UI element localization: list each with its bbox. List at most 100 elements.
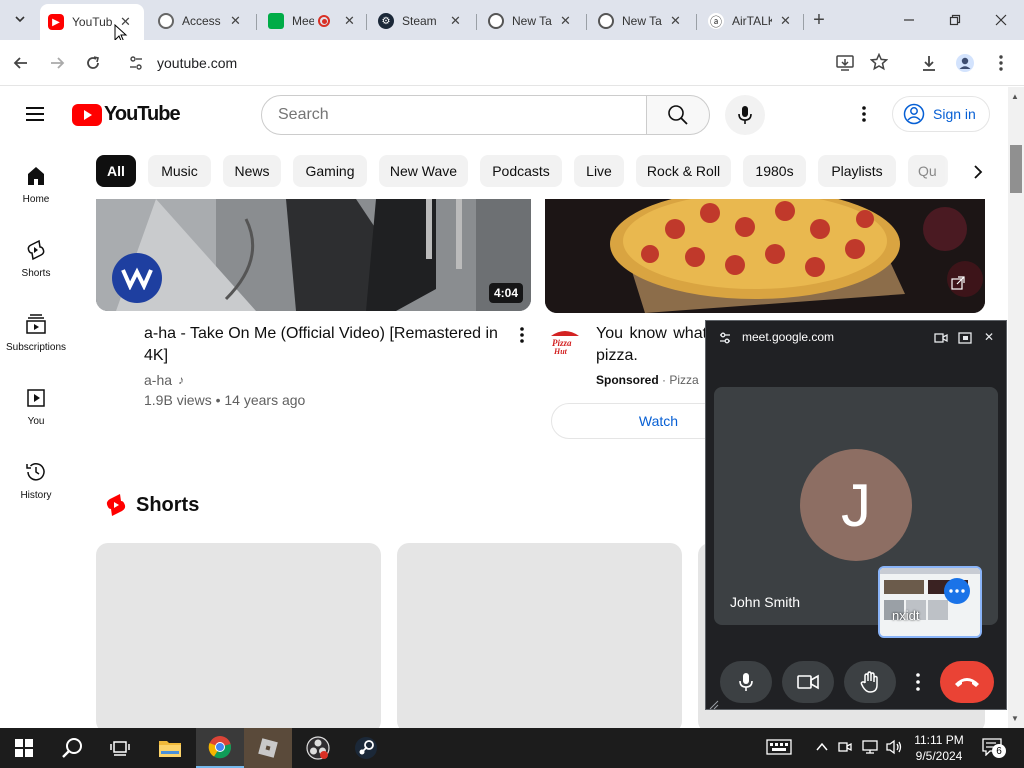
search-button[interactable] — [646, 95, 710, 135]
tab-search-icon[interactable] — [8, 7, 32, 31]
close-tab-icon[interactable]: ✕ — [230, 13, 241, 29]
scroll-up-arrow-icon[interactable]: ▲ — [1011, 92, 1019, 101]
pip-back-to-tab-icon[interactable] — [958, 331, 972, 349]
more-options-button[interactable] — [910, 661, 926, 703]
profile-icon[interactable] — [952, 50, 978, 76]
nav-subscriptions[interactable]: Subscriptions — [0, 312, 72, 353]
roblox-taskbar-button[interactable] — [244, 728, 292, 768]
chip-gaming[interactable]: Gaming — [293, 155, 367, 187]
tab-airtalk[interactable]: ⓐ AirTALK ✕ — [700, 6, 805, 36]
restore-window-button[interactable] — [942, 7, 968, 33]
chip-new-wave[interactable]: New Wave — [379, 155, 468, 187]
close-tab-icon[interactable]: ✕ — [560, 13, 571, 29]
address-bar[interactable]: youtube.com — [118, 45, 918, 81]
chip-truncated[interactable]: Qu — [908, 155, 948, 187]
chip-all[interactable]: All — [96, 155, 136, 187]
chip-1980s[interactable]: 1980s — [743, 155, 806, 187]
network-icon[interactable] — [862, 739, 880, 760]
sign-in-button[interactable]: Sign in — [892, 96, 990, 132]
tab-access[interactable]: Access ✕ — [150, 6, 255, 36]
short-placeholder-1[interactable] — [96, 543, 381, 733]
leave-call-button[interactable] — [940, 661, 994, 703]
downloads-icon[interactable] — [916, 50, 942, 76]
nav-label: History — [20, 490, 52, 501]
scroll-down-arrow-icon[interactable]: ▼ — [1011, 714, 1019, 723]
pip-site-settings-icon[interactable] — [718, 331, 732, 350]
show-hidden-icons-chevron-up-icon[interactable] — [816, 740, 828, 758]
tab-youtube[interactable]: ▶ YouTube ✕ — [40, 4, 144, 40]
browser-menu-icon[interactable] — [988, 50, 1014, 76]
obs-taskbar-button[interactable] — [294, 728, 342, 768]
search-box[interactable] — [261, 95, 647, 135]
nav-shorts[interactable]: Shorts — [0, 238, 72, 279]
participant-avatar: J — [800, 449, 912, 561]
clock-date: 9/5/2024 — [915, 749, 963, 763]
taskbar-clock[interactable]: 11:11 PM 9/5/2024 — [910, 732, 968, 764]
nav-home[interactable]: Home — [0, 164, 72, 205]
video-channel[interactable]: a-ha ♪ — [144, 372, 184, 388]
close-tab-icon[interactable]: ✕ — [450, 13, 461, 29]
channel-name[interactable]: a-ha — [144, 372, 172, 388]
video-thumbnail-aha[interactable]: 4:04 — [96, 199, 531, 311]
voice-search-button[interactable] — [725, 95, 765, 135]
site-info-icon[interactable] — [128, 55, 144, 76]
tab-steam[interactable]: ⚙ Steam ✕ — [370, 6, 475, 36]
task-view-button[interactable] — [96, 728, 144, 768]
chip-news[interactable]: News — [223, 155, 281, 187]
nav-you[interactable]: You — [0, 386, 72, 427]
resize-grip-icon[interactable] — [709, 697, 719, 715]
search-input[interactable] — [278, 106, 618, 124]
taskbar-search-button[interactable] — [48, 728, 96, 768]
self-view-more-icon[interactable] — [944, 578, 970, 604]
external-link-icon[interactable] — [951, 276, 965, 295]
camera-in-use-icon[interactable] — [838, 740, 852, 759]
guide-menu-icon[interactable] — [24, 104, 48, 129]
pip-camera-icon[interactable] — [934, 331, 948, 349]
pizza-hut-logo-icon[interactable]: Pizza Hut — [548, 326, 582, 356]
youtube-logo[interactable]: YouTube — [72, 103, 181, 126]
tab-meet[interactable]: Meet ✕ — [260, 6, 365, 36]
close-tab-icon[interactable]: ✕ — [780, 13, 791, 29]
reload-button[interactable] — [80, 50, 106, 76]
meet-pip-window[interactable]: meet.google.com ✕ J John Smith nxidt — [705, 320, 1007, 710]
minimize-window-button[interactable] — [896, 7, 922, 33]
chip-live[interactable]: Live — [574, 155, 624, 187]
start-button[interactable] — [0, 728, 48, 768]
chip-podcasts[interactable]: Podcasts — [480, 155, 562, 187]
close-window-button[interactable] — [988, 7, 1014, 33]
close-tab-icon[interactable]: ✕ — [344, 13, 355, 29]
self-view-tile[interactable]: nxidt — [878, 566, 982, 638]
chip-music[interactable]: Music — [148, 155, 211, 187]
chip-rock-and-roll[interactable]: Rock & Roll — [636, 155, 731, 187]
ad-thumbnail-pizza[interactable] — [545, 199, 985, 313]
steam-taskbar-button[interactable] — [342, 728, 390, 768]
install-app-icon[interactable] — [836, 54, 854, 77]
mic-toggle-button[interactable] — [720, 661, 772, 703]
nav-history[interactable]: History — [0, 460, 72, 501]
close-tab-icon[interactable]: ✕ — [670, 13, 681, 29]
scrollbar-thumb[interactable] — [1010, 145, 1022, 193]
camera-toggle-button[interactable] — [782, 661, 834, 703]
tab-new-tab-1[interactable]: New Tab ✕ — [480, 6, 585, 36]
notifications-button[interactable]: 6 — [982, 738, 1006, 761]
ad-title[interactable]: You know what pizza. — [596, 323, 714, 367]
forward-button[interactable] — [44, 50, 70, 76]
tab-new-tab-2[interactable]: New Tab ✕ — [590, 6, 695, 36]
raise-hand-button[interactable] — [844, 661, 896, 703]
video-title[interactable]: a-ha - Take On Me (Official Video) [Rema… — [144, 323, 504, 367]
sign-in-label: Sign in — [933, 106, 976, 122]
video-more-options-icon[interactable] — [514, 326, 530, 349]
input-indicator-icon[interactable] — [766, 738, 792, 761]
url-text[interactable]: youtube.com — [157, 55, 237, 71]
chips-next-button[interactable] — [962, 156, 994, 188]
short-placeholder-2[interactable] — [397, 543, 682, 733]
volume-icon[interactable] — [886, 739, 904, 760]
chip-playlists[interactable]: Playlists — [818, 155, 896, 187]
chrome-taskbar-button[interactable] — [196, 728, 244, 768]
settings-menu-icon[interactable] — [854, 104, 874, 129]
pip-close-icon[interactable]: ✕ — [984, 330, 994, 344]
back-button[interactable] — [8, 50, 34, 76]
new-tab-button[interactable]: + — [806, 7, 832, 33]
file-explorer-button[interactable] — [146, 728, 194, 768]
bookmark-star-icon[interactable] — [869, 52, 889, 76]
